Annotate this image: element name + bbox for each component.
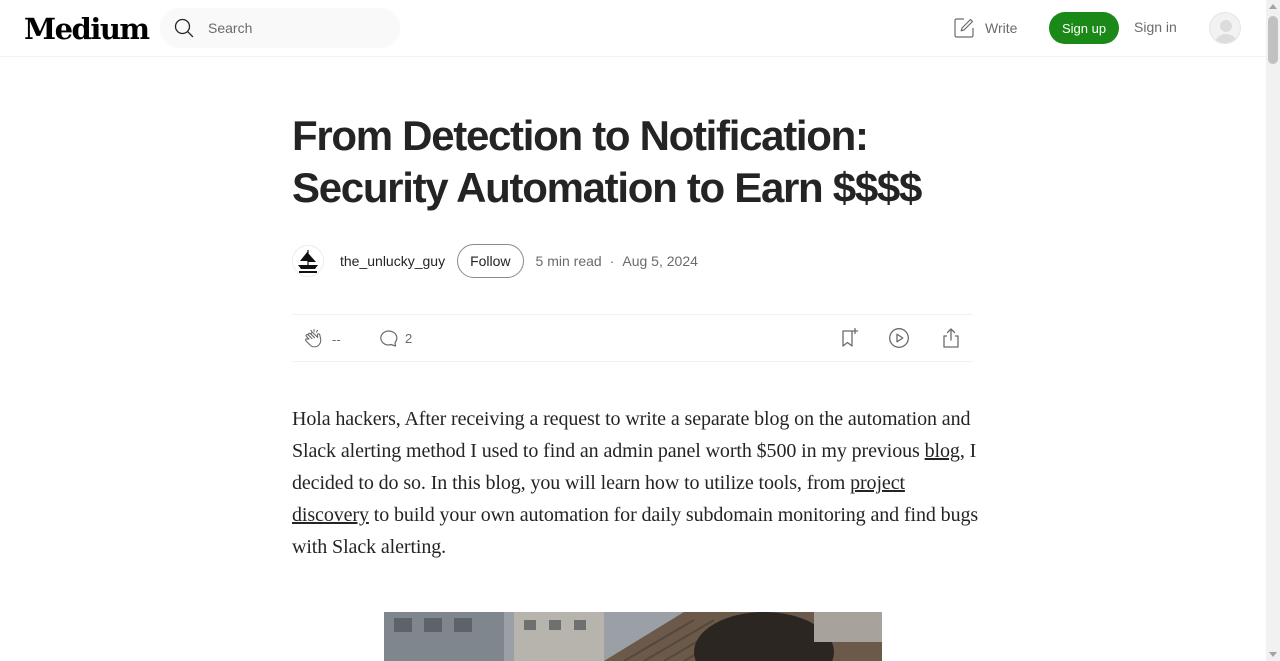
play-icon bbox=[889, 328, 909, 348]
share-button[interactable] bbox=[940, 327, 962, 349]
write-icon bbox=[954, 18, 974, 38]
bookmark-button[interactable] bbox=[838, 327, 860, 349]
article-meta: 5 min read · Aug 5, 2024 bbox=[536, 253, 698, 269]
paragraph-text-3: to build your own automation for daily s… bbox=[292, 504, 979, 558]
medium-logo[interactable]: Medium bbox=[24, 12, 150, 46]
pirate-ship-logo-icon bbox=[298, 250, 318, 273]
publish-date: Aug 5, 2024 bbox=[622, 253, 698, 269]
top-nav-bar: Medium Write Sign up Sign in bbox=[0, 0, 1266, 57]
paragraph-text-1: Hola hackers, After receiving a request … bbox=[292, 408, 971, 462]
search-icon bbox=[174, 18, 194, 38]
sign-in-link[interactable]: Sign in bbox=[1134, 19, 1177, 35]
follow-button[interactable]: Follow bbox=[457, 244, 524, 278]
sign-up-button[interactable]: Sign up bbox=[1049, 12, 1119, 44]
read-time: 5 min read bbox=[535, 253, 602, 269]
bookmark-icon bbox=[842, 327, 859, 347]
blog-link[interactable]: blog bbox=[925, 440, 960, 462]
scroll-up-arrow-icon[interactable] bbox=[1269, 4, 1277, 9]
article-hero-image bbox=[384, 612, 882, 661]
write-button[interactable]: Write bbox=[953, 16, 1017, 40]
clap-count: -- bbox=[332, 331, 341, 347]
responses-button[interactable]: 2 bbox=[377, 327, 412, 349]
author-name-link[interactable]: the_unlucky_guy bbox=[340, 253, 445, 269]
article-paragraph: Hola hackers, After receiving a request … bbox=[292, 403, 982, 563]
search-input[interactable] bbox=[208, 8, 388, 48]
meta-separator: · bbox=[609, 253, 615, 269]
author-avatar[interactable] bbox=[292, 245, 324, 277]
response-count: 2 bbox=[405, 330, 413, 346]
clap-button[interactable]: -- bbox=[302, 327, 341, 351]
article-title: From Detection to Notification: Security… bbox=[292, 112, 922, 211]
search-box[interactable] bbox=[160, 8, 400, 48]
author-row: the_unlucky_guy Follow 5 min read · Aug … bbox=[292, 244, 698, 278]
page-scrollbar[interactable] bbox=[1266, 0, 1280, 661]
write-label: Write bbox=[985, 20, 1018, 36]
clap-icon bbox=[305, 328, 322, 348]
article-action-bar: -- 2 bbox=[292, 314, 973, 362]
scroll-down-arrow-icon[interactable] bbox=[1269, 652, 1277, 657]
share-icon bbox=[943, 328, 959, 348]
user-avatar-icon[interactable] bbox=[1209, 12, 1241, 44]
comment-icon bbox=[380, 330, 398, 347]
scroll-thumb[interactable] bbox=[1268, 16, 1278, 64]
listen-button[interactable] bbox=[888, 327, 910, 349]
